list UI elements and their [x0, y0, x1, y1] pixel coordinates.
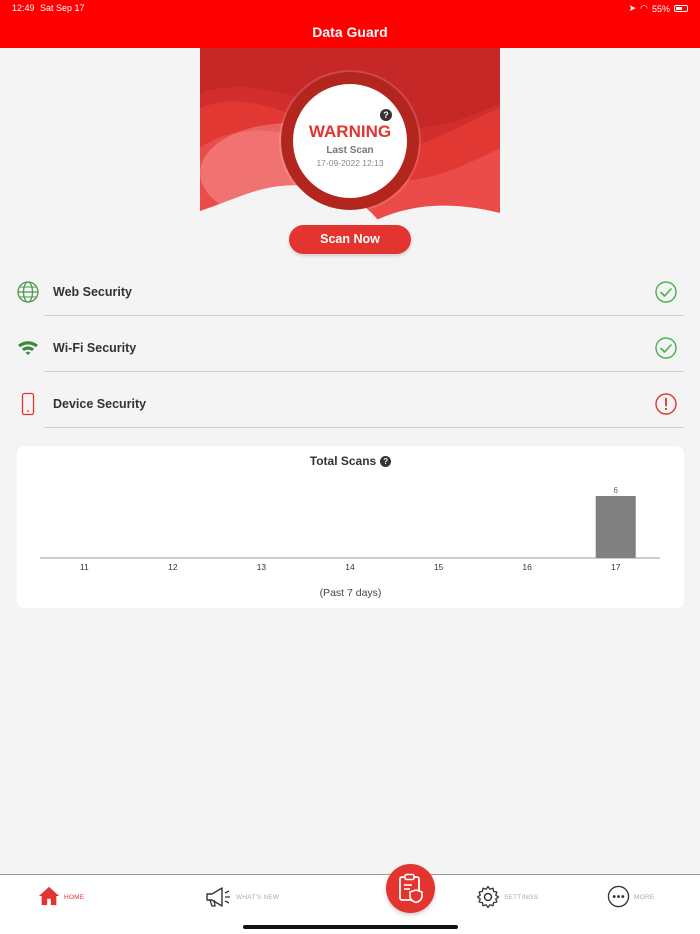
check-circle-icon — [655, 281, 677, 303]
total-scans-chart: 11 12 13 14 15 16 6 17 — [40, 486, 660, 572]
chart-footer: (Past 7 days) — [319, 587, 382, 599]
wifi-icon — [18, 341, 38, 355]
battery-percent: 55% — [651, 3, 670, 14]
chart-tick-label: 17 — [611, 562, 621, 572]
status-bar: 12:49 Sat Sep 17 ➤ ◠ 55% — [0, 0, 700, 16]
alert-circle-icon — [655, 393, 677, 415]
security-label-web: Web Security — [53, 285, 132, 299]
row-divider — [44, 315, 684, 316]
chart-tick-label: 14 — [345, 562, 355, 572]
home-icon — [38, 886, 60, 906]
last-scan-date: 17-09-2022 12:13 — [316, 158, 384, 168]
tab-label-settings: SETTINGS — [504, 894, 539, 901]
tab-label-whats-new: WHAT'S NEW — [236, 894, 280, 901]
chart-tick-label: 12 — [168, 562, 178, 572]
status-help-icon[interactable]: ? — [380, 109, 392, 121]
phone-icon — [21, 392, 35, 416]
home-indicator — [243, 925, 458, 929]
total-scans-card: Total Scans? 11 12 13 14 15 16 6 17 (Past 7 day… — [17, 446, 684, 608]
security-row-device[interactable]: Device Security — [0, 376, 700, 432]
tab-more[interactable]: MORE — [607, 885, 654, 913]
tab-settings[interactable]: SETTINGS — [476, 885, 538, 913]
row-divider — [44, 427, 684, 428]
chart-tick-label: 16 — [522, 562, 532, 572]
check-circle-icon — [655, 337, 677, 359]
security-row-wifi[interactable]: Wi-Fi Security — [0, 320, 700, 376]
tab-label-more: MORE — [634, 894, 655, 901]
chart-tick-label: 13 — [257, 562, 267, 572]
tab-whats-new[interactable]: WHAT'S NEW — [204, 885, 279, 913]
tab-home[interactable]: HOME — [38, 885, 84, 913]
chart-tick-label: 15 — [434, 562, 444, 572]
globe-icon — [17, 281, 39, 303]
status-time: 12:49 — [12, 3, 35, 13]
gear-icon — [476, 885, 500, 909]
megaphone-icon — [206, 887, 230, 907]
chart-bar — [595, 496, 636, 558]
scan-now-button[interactable]: Scan Now — [289, 225, 411, 254]
security-label-device: Device Security — [53, 397, 147, 411]
nav-title: Data Guard — [0, 16, 700, 48]
clipboard-shield-icon — [399, 873, 423, 904]
last-scan-label: Last Scan — [326, 145, 374, 156]
status-text: WARNING — [308, 122, 392, 141]
chart-tick-label: 11 — [80, 562, 89, 572]
status-date: Sat Sep 17 — [40, 3, 85, 13]
wifi-status-icon: ◠ — [640, 3, 648, 13]
scan-action-button[interactable] — [386, 864, 435, 913]
location-icon: ➤ — [628, 3, 637, 13]
security-label-wifi: Wi-Fi Security — [53, 341, 137, 355]
chart-data-label: 6 — [613, 486, 618, 495]
status-indicators: ➤ ◠ 55% — [629, 3, 688, 14]
battery-icon — [674, 5, 688, 12]
tab-label-home: HOME — [64, 894, 85, 901]
security-row-web[interactable]: Web Security — [0, 264, 700, 320]
more-icon — [607, 885, 630, 908]
row-divider — [44, 371, 684, 372]
